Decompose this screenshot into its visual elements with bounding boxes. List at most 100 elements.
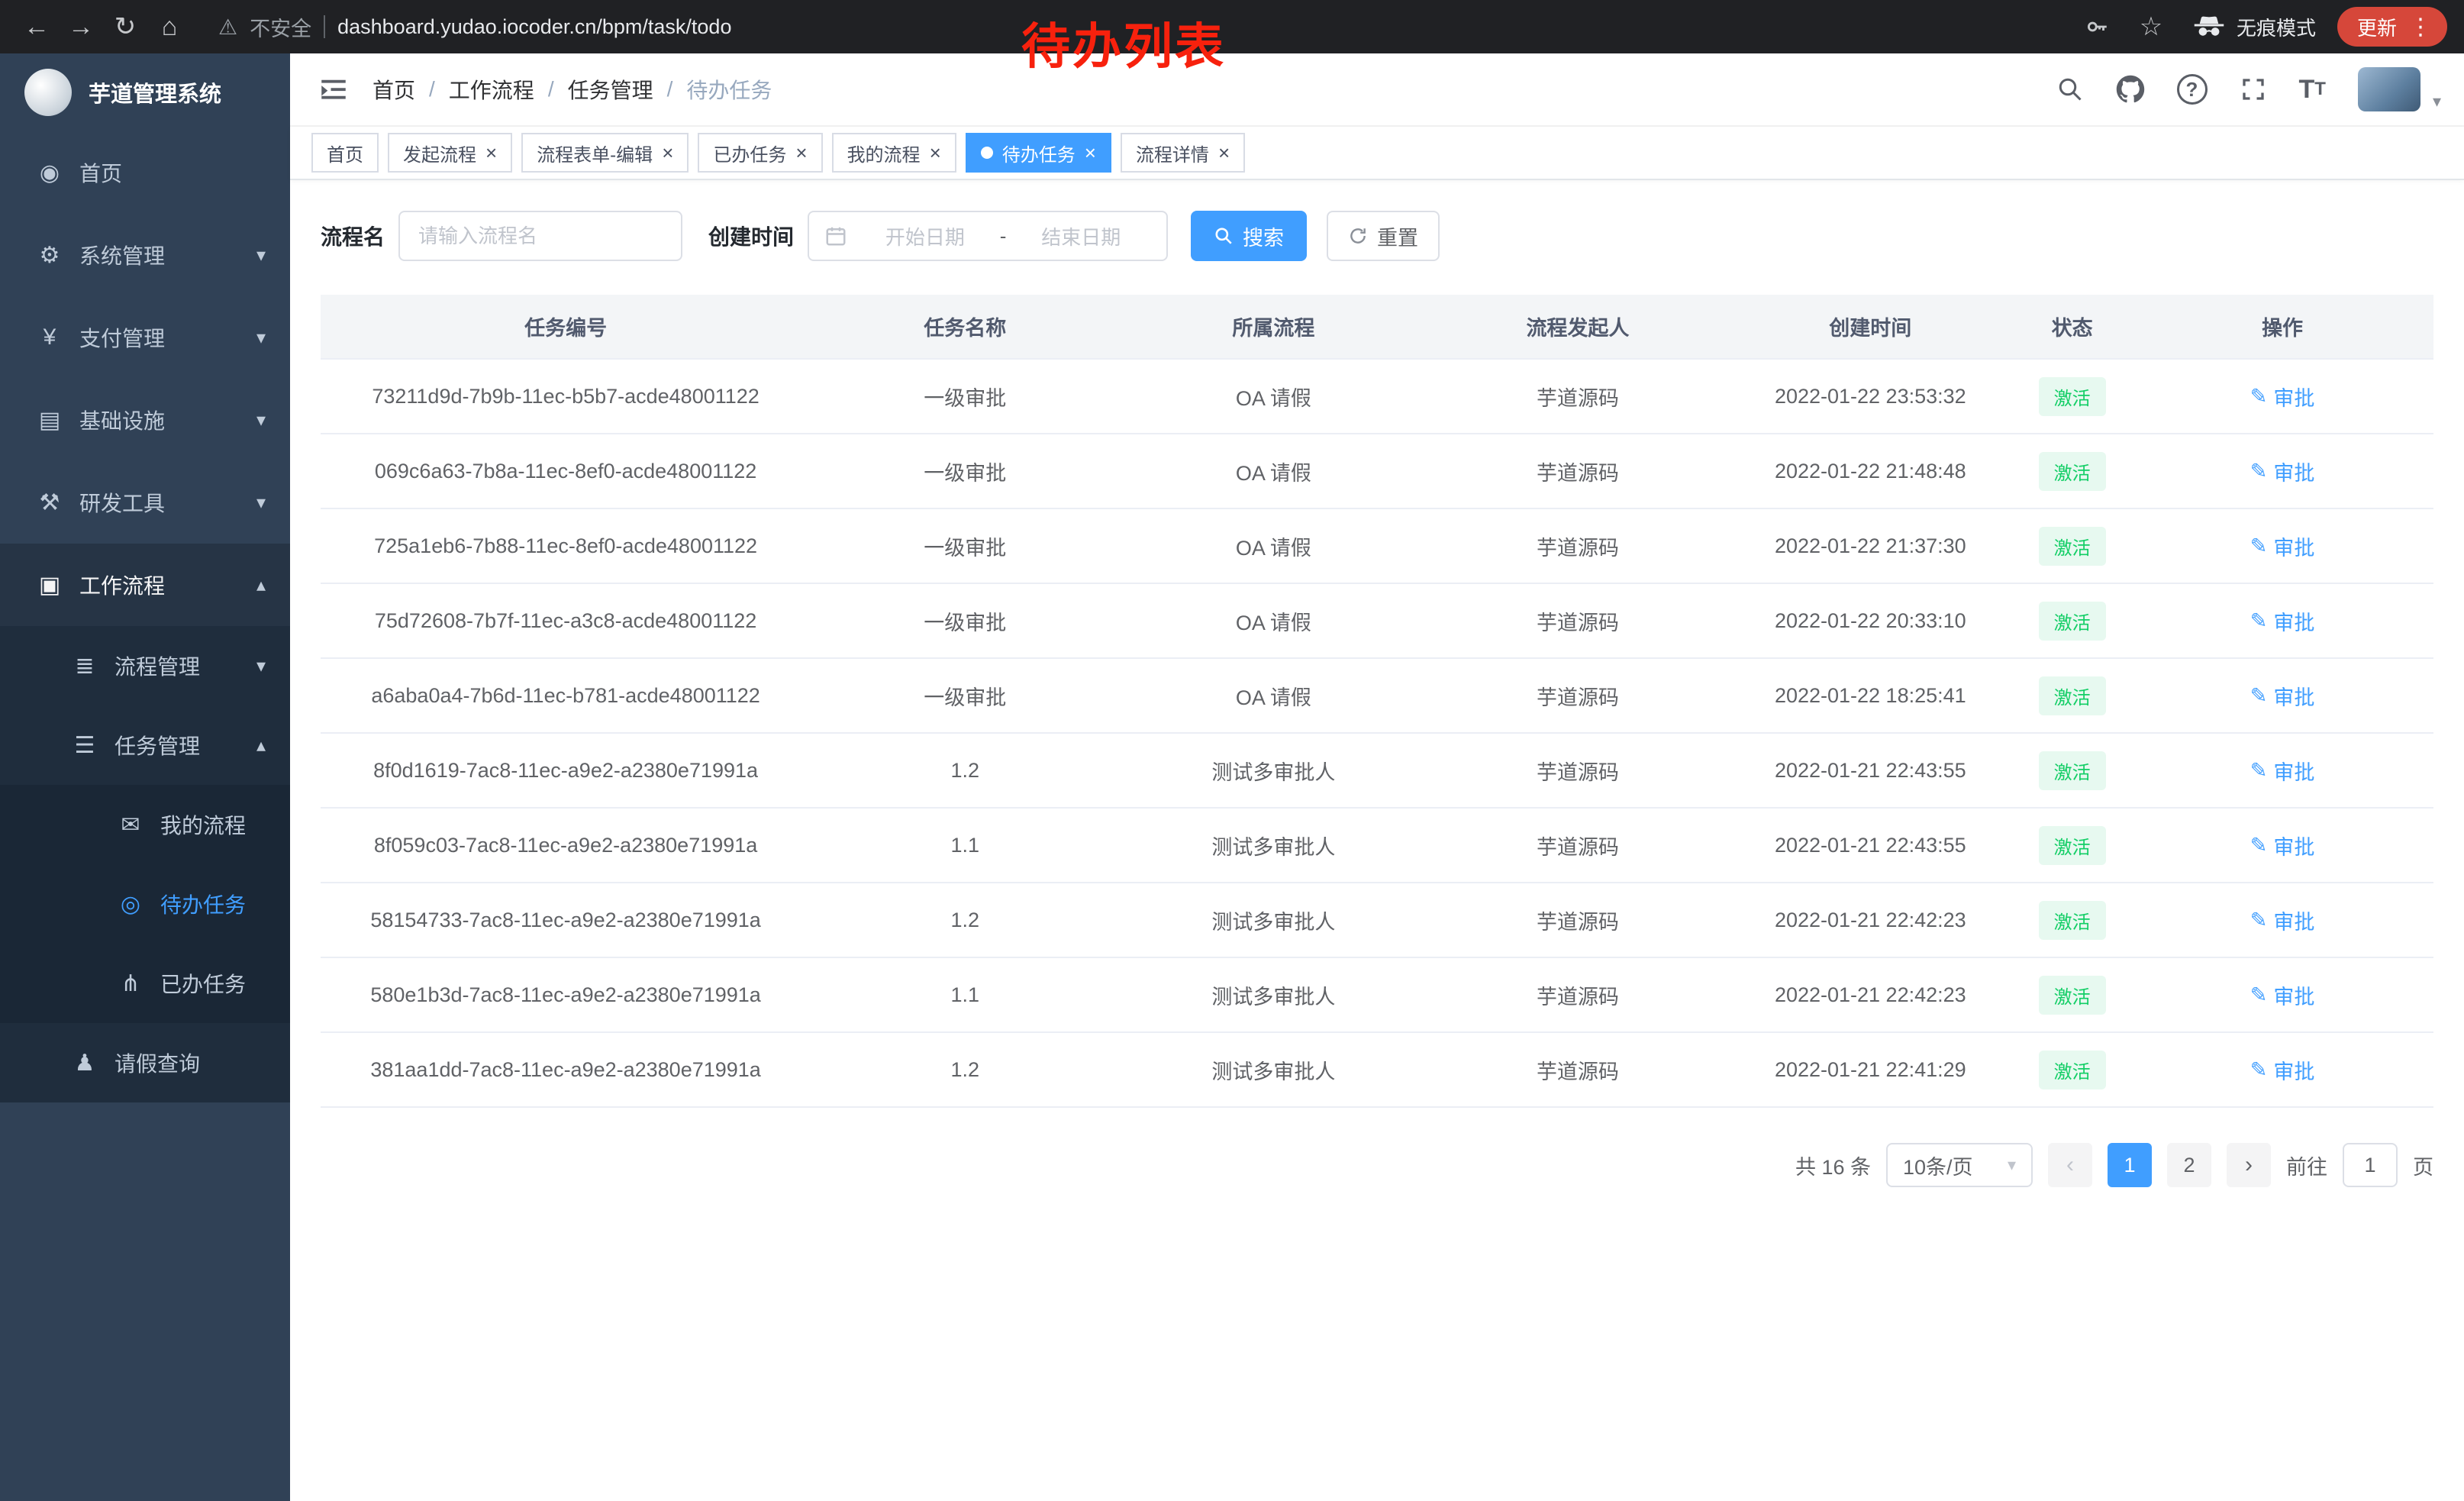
key-icon[interactable] (2084, 14, 2110, 40)
table-row: 069c6a63-7b8a-11ec-8ef0-acde48001122 一级审… (321, 434, 2433, 508)
sidebar-item-devtools[interactable]: ⚒ 研发工具 ▾ (0, 461, 290, 544)
font-size-icon[interactable]: TT (2299, 75, 2326, 105)
menu-dots-icon[interactable]: ⋮ (2409, 14, 2432, 40)
process-name-input[interactable] (398, 211, 682, 261)
caret-down-icon[interactable]: ▾ (2433, 92, 2441, 111)
next-page-button[interactable]: › (2227, 1143, 2271, 1187)
cell-task-id: 580e1b3d-7ac8-11ec-a9e2-a2380e71991a (321, 957, 811, 1032)
cell-created: 2022-01-21 22:42:23 (1727, 883, 2013, 957)
close-icon[interactable]: × (485, 143, 497, 163)
close-icon[interactable]: × (662, 143, 673, 163)
menu-label: 已办任务 (160, 968, 246, 999)
tab-my-process[interactable]: 我的流程 × (832, 133, 956, 173)
approve-label: 审批 (2273, 905, 2314, 935)
approve-link[interactable]: ✎审批 (2250, 531, 2315, 561)
search-icon[interactable] (2056, 76, 2084, 103)
forward-icon[interactable]: → (61, 7, 101, 47)
cell-task-name: 1.2 (811, 1032, 1119, 1107)
sidebar-item-task-management[interactable]: ☰ 任务管理 ▴ (0, 705, 290, 785)
incognito-label: 无痕模式 (2237, 13, 2316, 41)
approve-link[interactable]: ✎审批 (2250, 1055, 2315, 1085)
breadcrumb-item-home[interactable]: 首页 (373, 74, 415, 105)
prev-page-button[interactable]: ‹ (2048, 1143, 2092, 1187)
table-header-row: 任务编号 任务名称 所属流程 流程发起人 创建时间 状态 操作 (321, 295, 2433, 359)
close-icon[interactable]: × (1218, 143, 1230, 163)
page-1-button[interactable]: 1 (2108, 1143, 2152, 1187)
edit-icon: ✎ (2250, 983, 2268, 1007)
menu-label: 首页 (79, 157, 122, 188)
cell-process: 测试多审批人 (1119, 733, 1427, 808)
sidebar-item-leave-query[interactable]: ♟ 请假查询 (0, 1023, 290, 1102)
close-icon[interactable]: × (930, 143, 941, 163)
tab-process-detail[interactable]: 流程详情 × (1121, 133, 1245, 173)
create-time-label: 创建时间 (708, 221, 794, 251)
tab-process-form-edit[interactable]: 流程表单-编辑 × (521, 133, 689, 173)
tab-done-tasks[interactable]: 已办任务 × (698, 133, 822, 173)
approve-label: 审批 (2273, 1055, 2314, 1085)
sidebar-item-system[interactable]: ⚙ 系统管理 ▾ (0, 214, 290, 296)
sidebar-item-workflow[interactable]: ▣ 工作流程 ▴ (0, 544, 290, 626)
cell-status: 激活 (2013, 583, 2131, 658)
page-size-select[interactable]: 10条/页 ▾ (1886, 1143, 2033, 1187)
tab-home[interactable]: 首页 (311, 133, 379, 173)
cell-task-id: 069c6a63-7b8a-11ec-8ef0-acde48001122 (321, 434, 811, 508)
approve-link[interactable]: ✎审批 (2250, 382, 2315, 412)
column-header-status: 状态 (2013, 295, 2131, 359)
column-header-task-name: 任务名称 (811, 295, 1119, 359)
breadcrumb-item-task-management[interactable]: 任务管理 (568, 74, 653, 105)
cell-task-name: 一级审批 (811, 359, 1119, 434)
table-row: 580e1b3d-7ac8-11ec-a9e2-a2380e71991a 1.1… (321, 957, 2433, 1032)
sidebar-item-my-process[interactable]: ✉ 我的流程 (0, 785, 290, 864)
cell-initiator: 芋道源码 (1427, 658, 1727, 733)
approve-link[interactable]: ✎审批 (2250, 606, 2315, 636)
sidebar-item-infrastructure[interactable]: ▤ 基础设施 ▾ (0, 379, 290, 461)
tab-start-process[interactable]: 发起流程 × (388, 133, 512, 173)
sidebar-item-process-management[interactable]: ≣ 流程管理 ▾ (0, 626, 290, 705)
list-icon: ≣ (67, 653, 102, 679)
approve-link[interactable]: ✎审批 (2250, 905, 2315, 935)
question-icon[interactable]: ? (2177, 74, 2208, 105)
reset-button[interactable]: 重置 (1327, 211, 1440, 261)
avatar[interactable] (2358, 67, 2420, 111)
approve-link[interactable]: ✎审批 (2250, 831, 2315, 860)
sidebar-item-home[interactable]: ◉ 首页 (0, 131, 290, 214)
approve-link[interactable]: ✎审批 (2250, 980, 2315, 1010)
close-icon[interactable]: × (795, 143, 807, 163)
tab-todo-tasks[interactable]: 待办任务 × (966, 133, 1111, 173)
cell-status: 激活 (2013, 957, 2131, 1032)
date-range-picker[interactable]: 开始日期 - 结束日期 (808, 211, 1168, 261)
start-date-placeholder: 开始日期 (855, 222, 995, 250)
approve-link[interactable]: ✎审批 (2250, 681, 2315, 711)
reload-icon[interactable]: ↻ (105, 7, 145, 47)
url-text[interactable]: dashboard.yudao.iocoder.cn/bpm/task/todo (337, 15, 731, 39)
sidebar-item-payment[interactable]: ¥ 支付管理 ▾ (0, 296, 290, 379)
sidebar-item-todo-tasks[interactable]: ◎ 待办任务 (0, 864, 290, 944)
process-name-label: 流程名 (321, 221, 385, 251)
fullscreen-icon[interactable] (2240, 76, 2267, 103)
sidebar-item-done-tasks[interactable]: ⋔ 已办任务 (0, 944, 290, 1023)
bookmark-star-icon[interactable]: ☆ (2131, 7, 2171, 47)
github-icon[interactable] (2116, 75, 2145, 104)
app-header: 首页 / 工作流程 / 任务管理 / 待办任务 (290, 53, 2464, 127)
close-icon[interactable]: × (1085, 143, 1096, 163)
approve-link[interactable]: ✎审批 (2250, 457, 2315, 486)
search-button[interactable]: 搜索 (1191, 211, 1307, 261)
sidebar-menu: ◉ 首页 ⚙ 系统管理 ▾ ¥ 支付管理 ▾ ▤ 基础设施 ▾ ⚒ 研发工具 ▾ (0, 131, 290, 1102)
cell-created: 2022-01-21 22:41:29 (1727, 1032, 2013, 1107)
page-2-button[interactable]: 2 (2167, 1143, 2211, 1187)
back-icon[interactable]: ← (17, 7, 56, 47)
breadcrumb-item-workflow[interactable]: 工作流程 (449, 74, 534, 105)
cell-created: 2022-01-21 22:43:55 (1727, 808, 2013, 883)
approve-label: 审批 (2273, 756, 2314, 786)
cell-initiator: 芋道源码 (1427, 434, 1727, 508)
home-icon[interactable]: ⌂ (150, 7, 189, 47)
update-button[interactable]: 更新 ⋮ (2337, 7, 2447, 47)
edit-icon: ✎ (2250, 834, 2268, 857)
cell-created: 2022-01-22 21:37:30 (1727, 508, 2013, 583)
goto-page-input[interactable] (2343, 1143, 2398, 1187)
cell-status: 激活 (2013, 1032, 2131, 1107)
sidebar-toggle-icon[interactable] (318, 73, 350, 105)
gear-icon: ⚙ (32, 242, 67, 269)
approve-link[interactable]: ✎审批 (2250, 756, 2315, 786)
person-icon: ♟ (67, 1050, 102, 1077)
